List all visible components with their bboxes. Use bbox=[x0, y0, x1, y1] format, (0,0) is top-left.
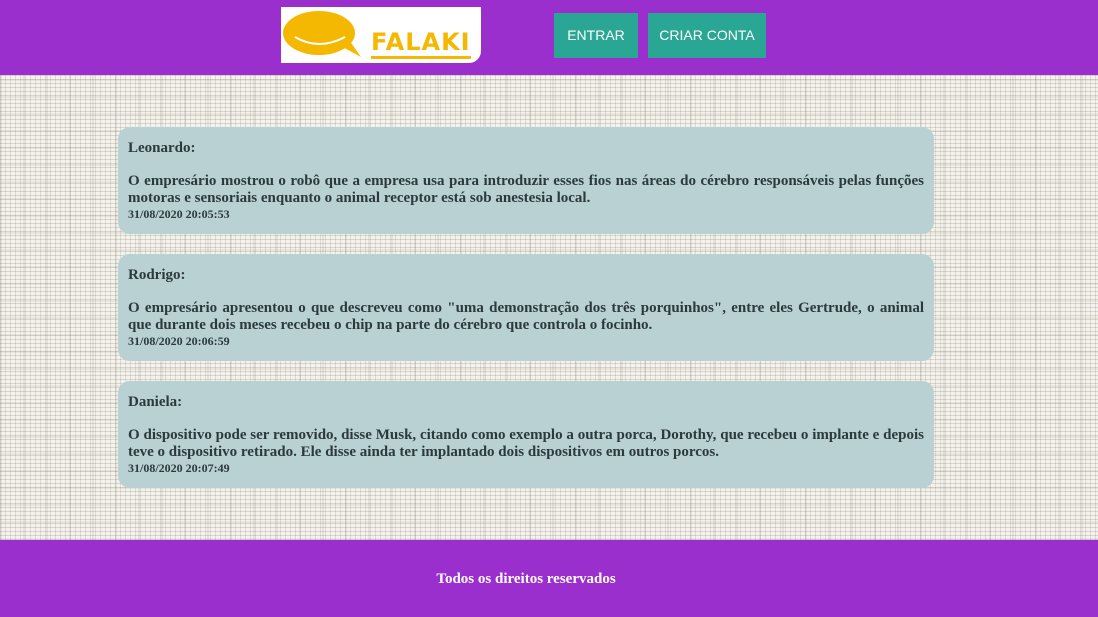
create-account-button[interactable]: CRIAR CONTA bbox=[648, 13, 766, 58]
post-card: Daniela: O dispositivo pode ser removido… bbox=[118, 381, 934, 488]
copyright-text: Todos os direitos reservados bbox=[436, 571, 616, 587]
login-button[interactable]: ENTRAR bbox=[554, 13, 638, 58]
post-author: Leonardo: bbox=[128, 140, 196, 156]
post-timestamp: 31/08/2020 20:06:59 bbox=[128, 334, 230, 348]
site-header: FALAKI ENTRAR CRIAR CONTA bbox=[0, 0, 1098, 75]
post-author: Rodrigo: bbox=[128, 267, 186, 283]
post-timestamp: 31/08/2020 20:05:53 bbox=[128, 207, 230, 221]
post-message: O empresário apresentou o que descreveu … bbox=[128, 300, 924, 333]
posts-feed: Leonardo: O empresário mostrou o robô qu… bbox=[0, 75, 1098, 540]
site-footer: Todos os direitos reservados bbox=[0, 540, 1098, 617]
logo[interactable]: FALAKI bbox=[281, 7, 481, 63]
logo-text: FALAKI bbox=[371, 29, 471, 59]
post-card: Leonardo: O empresário mostrou o robô qu… bbox=[118, 127, 934, 234]
post-author: Daniela: bbox=[128, 394, 183, 410]
speech-bubble-icon bbox=[283, 11, 361, 57]
post-timestamp: 31/08/2020 20:07:49 bbox=[128, 461, 230, 475]
post-card: Rodrigo: O empresário apresentou o que d… bbox=[118, 254, 934, 361]
post-message: O empresário mostrou o robô que a empres… bbox=[128, 173, 924, 206]
post-message: O dispositivo pode ser removido, disse M… bbox=[128, 427, 924, 460]
